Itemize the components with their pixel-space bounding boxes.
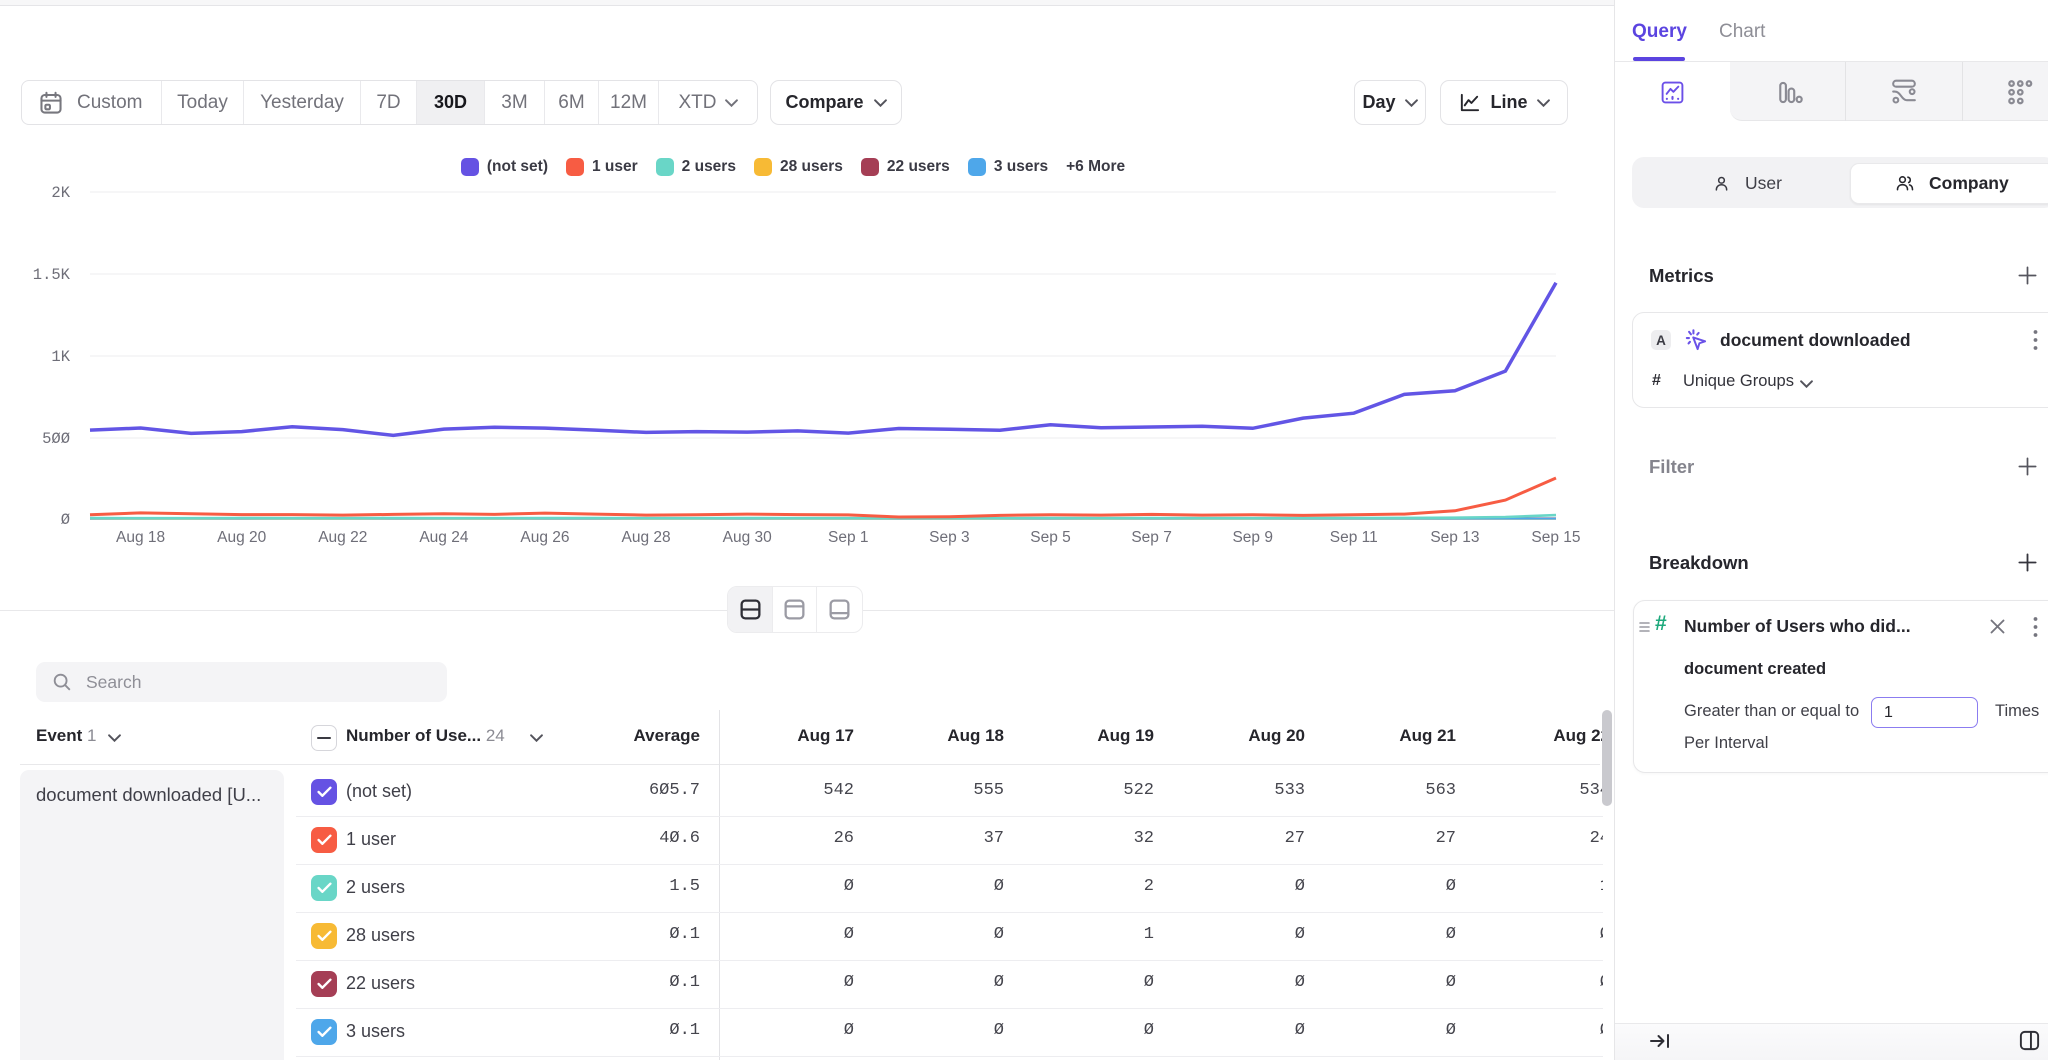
svg-text:Aug 28: Aug 28 <box>622 529 671 546</box>
svg-text:5ØØ: 5ØØ <box>42 430 70 448</box>
svg-text:Aug 22: Aug 22 <box>318 529 367 546</box>
svg-text:Sep 15: Sep 15 <box>1531 529 1580 546</box>
svg-text:Sep 11: Sep 11 <box>1330 529 1378 546</box>
svg-text:Aug 20: Aug 20 <box>217 529 267 546</box>
svg-text:Aug 30: Aug 30 <box>723 529 773 546</box>
svg-text:Sep 13: Sep 13 <box>1430 529 1479 546</box>
svg-text:Sep 7: Sep 7 <box>1131 529 1172 546</box>
svg-text:Aug 18: Aug 18 <box>116 529 165 546</box>
svg-text:Sep 5: Sep 5 <box>1030 529 1071 546</box>
svg-text:Ø: Ø <box>61 511 70 529</box>
svg-text:Sep 9: Sep 9 <box>1232 529 1273 546</box>
svg-text:Sep 3: Sep 3 <box>929 529 970 546</box>
svg-text:Sep 1: Sep 1 <box>828 529 869 546</box>
svg-text:1K: 1K <box>51 348 70 366</box>
svg-text:Aug 26: Aug 26 <box>520 529 569 546</box>
svg-text:1.5K: 1.5K <box>33 266 71 284</box>
svg-text:Aug 24: Aug 24 <box>419 529 469 546</box>
svg-text:2K: 2K <box>51 184 70 202</box>
